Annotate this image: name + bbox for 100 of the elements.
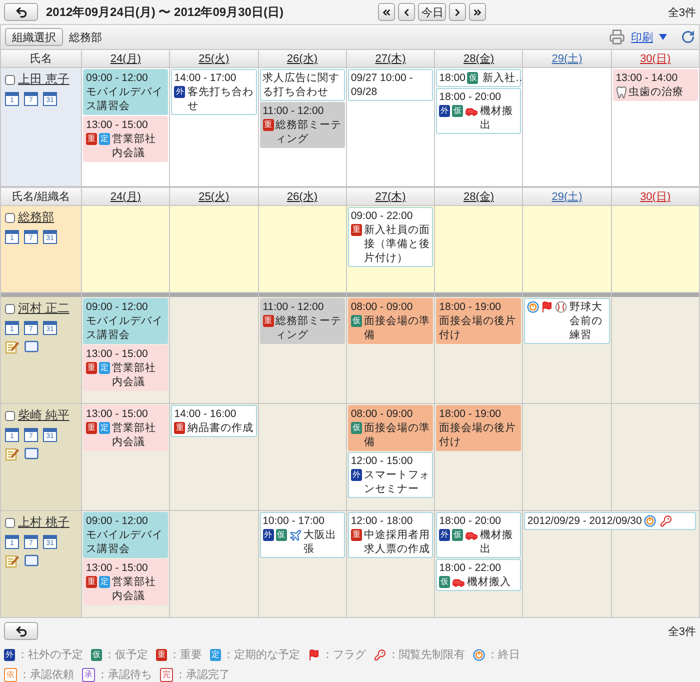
event-time: 2012/09/29 - 2012/09/30	[527, 514, 642, 528]
day-header-link[interactable]: 24(月)	[110, 51, 141, 66]
event-card[interactable]: 09:00 - 12:00 モバイルデバイス講習会	[83, 298, 168, 344]
event-time: 18:00 - 22:00	[439, 561, 502, 575]
event-card[interactable]: 09/27 10:00 - 09/28	[348, 69, 434, 101]
event-card[interactable]: 13:00 - 15:00 重 定 営業部社内会議	[83, 116, 168, 162]
day-header-link[interactable]: 28(金)	[464, 189, 494, 204]
event-card[interactable]: 18:00 - 22:00 仮 機材搬入	[436, 559, 522, 591]
event-card[interactable]: 18:00 - 19:00 面接会場の後片付け	[436, 298, 522, 344]
org-select-button[interactable]: 組織選択	[5, 28, 63, 46]
event-card[interactable]: 09:00 - 22:00 重 新入社員の面接（準備と後片付け）	[348, 207, 434, 267]
event-title: 総務部ミーティング	[276, 314, 342, 342]
external-badge: 外	[174, 86, 186, 98]
event-card[interactable]: 09:00 - 12:00 モバイルデバイス講習会	[83, 512, 168, 558]
row-checkbox[interactable]	[5, 518, 15, 528]
day-header-link[interactable]: 28(金)	[464, 51, 494, 66]
event-time: 13:00 - 14:00	[616, 71, 679, 85]
regular-badge: 定	[210, 648, 221, 660]
event-card[interactable]: 13:00 - 15:00 重 定 営業部社内会議	[83, 345, 168, 391]
key-icon	[374, 648, 386, 660]
day-header-link[interactable]: 26(水)	[286, 51, 318, 66]
memo-icon[interactable]	[5, 340, 19, 354]
legend-label: ：フラグ	[322, 648, 366, 662]
event-title: 機材搬出	[480, 104, 514, 132]
back-button[interactable]	[4, 3, 38, 21]
back-button[interactable]	[4, 622, 38, 640]
chevron-icon	[381, 6, 392, 18]
event-title: 営業部社内会議	[112, 361, 157, 389]
day-header-link[interactable]: 24(月)	[110, 189, 141, 204]
event-time: 18:00 - 20:00	[439, 514, 502, 528]
person-name-link[interactable]: 河村 正二	[18, 300, 70, 317]
event-card[interactable]: 13:00 - 14:00 虫歯の治療	[612, 69, 698, 101]
tentative-badge: 仮	[467, 72, 478, 84]
event-card[interactable]: 18:00 - 19:00 面接会場の後片付け	[436, 405, 522, 451]
waiting-badge: 承	[82, 668, 95, 682]
prev-week-button[interactable]	[398, 3, 416, 21]
event-time: 14:00 - 16:00	[174, 407, 238, 421]
first-week-button[interactable]	[378, 3, 396, 21]
day-header-link[interactable]: 25(火)	[198, 189, 230, 204]
regular-badge: 定	[99, 422, 110, 434]
day-header-link[interactable]: 27(木)	[375, 51, 406, 66]
memo-icon[interactable]	[5, 554, 19, 568]
important-badge: 重	[86, 133, 97, 145]
day-header-link[interactable]: 29(土)	[552, 189, 582, 204]
org-name: 総務部	[69, 30, 102, 44]
print-link[interactable]: 印刷	[631, 30, 653, 44]
event-title: 営業部社内会議	[112, 132, 157, 160]
legend-label: ：社外の予定	[17, 648, 83, 662]
event-card[interactable]: 08:00 - 09:00 仮 面接会場の準備	[348, 298, 434, 344]
day-header-link[interactable]: 30(日)	[640, 51, 671, 66]
event-card[interactable]: 14:00 - 16:00 重 納品書の作成	[171, 405, 257, 437]
event-title: 納品書の作成	[187, 421, 254, 435]
event-time: 11:00 - 12:00	[262, 104, 325, 118]
last-week-button[interactable]	[469, 3, 486, 21]
day-header-link[interactable]: 27(木)	[375, 189, 406, 204]
today-button[interactable]: 今日	[418, 3, 446, 21]
important-badge: 重	[156, 648, 167, 660]
row-checkbox[interactable]	[5, 74, 15, 84]
flag-icon	[308, 648, 320, 660]
row-checkbox[interactable]	[5, 410, 15, 420]
event-card[interactable]: 13:00 - 15:00 重 定 営業部社内会議	[83, 405, 168, 451]
memo-icon[interactable]	[5, 446, 19, 460]
day-header-link[interactable]: 29(土)	[552, 51, 582, 66]
event-time: 08:00 - 09:00	[350, 300, 414, 314]
event-card[interactable]: 08:00 - 09:00 仮 面接会場の準備	[348, 405, 434, 451]
event-card[interactable]: 13:00 - 15:00 重 定 営業部社内会議	[83, 559, 168, 605]
event-title: 大阪出張	[304, 528, 338, 556]
event-title: 面接会場の準備	[364, 421, 430, 449]
event-card[interactable]: 11:00 - 12:00 重 総務部ミーティング	[260, 298, 345, 344]
airplane-icon	[288, 528, 302, 542]
person-name-link[interactable]: 柴崎 純平	[18, 407, 70, 424]
event-card[interactable]: 14:00 - 17:00 外 客先打ち合わせ	[171, 69, 257, 115]
day-header-link[interactable]: 30(日)	[640, 189, 671, 204]
event-card[interactable]: 09:00 - 12:00 モバイルデバイス講習会	[83, 69, 168, 115]
event-card[interactable]: 2012/09/29 - 2012/09/30	[524, 512, 696, 530]
row-checkbox[interactable]	[5, 212, 15, 222]
result-count: 全3件	[668, 6, 696, 20]
refresh-icon[interactable]	[681, 30, 695, 44]
event-title: 営業部社内会議	[112, 421, 157, 449]
event-card[interactable]: 12:00 - 15:00 外 スマートフォンセミナー	[348, 452, 434, 498]
event-title: 野球大会前の練習	[569, 300, 604, 342]
person-name-link[interactable]: 総務部	[18, 209, 54, 226]
event-card[interactable]: 10:00 - 17:00 外 仮 大阪出張	[260, 512, 345, 558]
caret-icon[interactable]	[659, 34, 667, 40]
person-name-link[interactable]: 上村 桃子	[18, 514, 70, 531]
day-header-link[interactable]: 26(水)	[286, 189, 318, 204]
event-title: スマートフォンセミナー	[364, 468, 430, 496]
event-card[interactable]: 11:00 - 12:00 重 総務部ミーティング	[260, 102, 345, 148]
event-card[interactable]: 野球大会前の練習	[524, 298, 610, 344]
person-name-link[interactable]: 上田 恵子	[18, 71, 70, 88]
event-card[interactable]: 18:00 - 20:00 外 仮 機材搬出	[436, 512, 522, 558]
event-card[interactable]: 12:00 - 18:00 重 中途採用者用求人票の作成	[348, 512, 434, 558]
date-range-title: 2012年09月24日(月) 〜 2012年09月30日(日)	[46, 4, 284, 20]
row-checkbox[interactable]	[5, 304, 15, 314]
day-header-link[interactable]: 25(火)	[198, 51, 230, 66]
printer-icon[interactable]	[609, 29, 625, 45]
next-week-button[interactable]	[449, 3, 466, 21]
important-badge: 重	[86, 576, 97, 588]
event-title: 新入社員の面接（準備と後片付け）	[364, 223, 430, 265]
event-card[interactable]: 18:00 - 20:00 外 仮 機材搬出	[436, 88, 522, 134]
